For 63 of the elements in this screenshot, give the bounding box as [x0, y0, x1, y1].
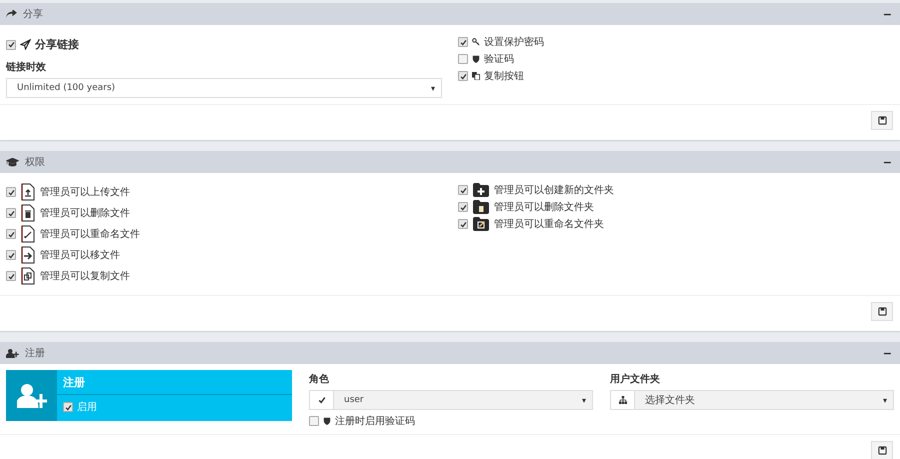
collapse-button[interactable]: − [880, 156, 894, 168]
permission-label: 管理员可以移文件 [40, 248, 120, 262]
share-link-label: 分享链接 [35, 37, 79, 52]
shield-icon [323, 417, 331, 425]
permission-label: 管理员可以删除文件 [40, 206, 130, 220]
checkbox[interactable] [458, 219, 468, 229]
checkbox[interactable] [458, 185, 468, 195]
folder-plus-icon [473, 183, 489, 197]
file-arrow-icon [21, 246, 35, 264]
field-label: 链接时效 [6, 60, 47, 74]
permission-label: 管理员可以删除文件夹 [494, 200, 594, 214]
shield-icon [472, 55, 480, 63]
permission-label: 管理员可以上传文件 [40, 186, 130, 199]
option-label: 验证码 [484, 53, 514, 66]
checkbox[interactable] [6, 40, 16, 50]
graduation-cap-icon [6, 158, 19, 166]
field-label: 角色 [309, 372, 330, 386]
enable-label: 启用 [77, 400, 97, 414]
user-plus-icon [16, 384, 46, 408]
checkbox[interactable] [6, 229, 16, 239]
panel-title: 权限 [25, 156, 45, 169]
file-copy-icon [21, 267, 35, 285]
option-label: 设置保护密码 [484, 36, 544, 49]
key-icon [472, 38, 480, 46]
panel-title: 注册 [25, 346, 45, 360]
checkbox[interactable] [458, 54, 468, 64]
captcha-label: 注册时启用验证码 [335, 414, 415, 428]
checkbox[interactable] [63, 402, 73, 412]
folder-edit-icon [473, 217, 489, 231]
checkbox[interactable] [6, 250, 16, 260]
checkbox[interactable] [6, 187, 16, 197]
user-plus-icon [6, 348, 19, 358]
lifetime-select[interactable]: Unlimited (100 years) ▾ [6, 78, 442, 98]
save-button[interactable] [871, 441, 893, 459]
permission-label: 管理员可以重命名文件夹 [494, 218, 604, 231]
share-arrow-icon [6, 10, 17, 18]
checkbox[interactable] [458, 37, 468, 47]
permission-label: 管理员可以复制文件 [40, 270, 130, 283]
sitemap-icon [618, 396, 626, 404]
collapse-button[interactable]: − [880, 346, 894, 360]
card-title: 注册 [57, 370, 292, 395]
checkbox[interactable] [458, 202, 468, 212]
role-select[interactable]: user ▾ [309, 390, 593, 410]
folder-select[interactable]: 选择文件夹 ▾ [610, 390, 894, 410]
file-edit-icon [21, 225, 35, 243]
folder-trash-icon [473, 200, 489, 214]
file-trash-icon [21, 204, 35, 222]
permission-label: 管理员可以创建新的文件夹 [494, 184, 614, 197]
panel-title: 分享 [23, 8, 43, 21]
checkbox[interactable] [6, 271, 16, 281]
save-button[interactable] [871, 111, 893, 130]
check-icon [318, 396, 326, 404]
permission-label: 管理员可以重命名文件 [40, 228, 140, 241]
copy-icon [472, 72, 480, 80]
option-label: 复制按钮 [484, 70, 524, 83]
file-upload-icon [21, 183, 35, 201]
paper-plane-icon [20, 39, 31, 50]
checkbox[interactable] [6, 208, 16, 218]
field-label: 用户文件夹 [610, 372, 661, 386]
checkbox[interactable] [309, 416, 319, 426]
save-button[interactable] [871, 302, 893, 321]
collapse-button[interactable]: − [880, 8, 894, 20]
checkbox[interactable] [458, 71, 468, 81]
